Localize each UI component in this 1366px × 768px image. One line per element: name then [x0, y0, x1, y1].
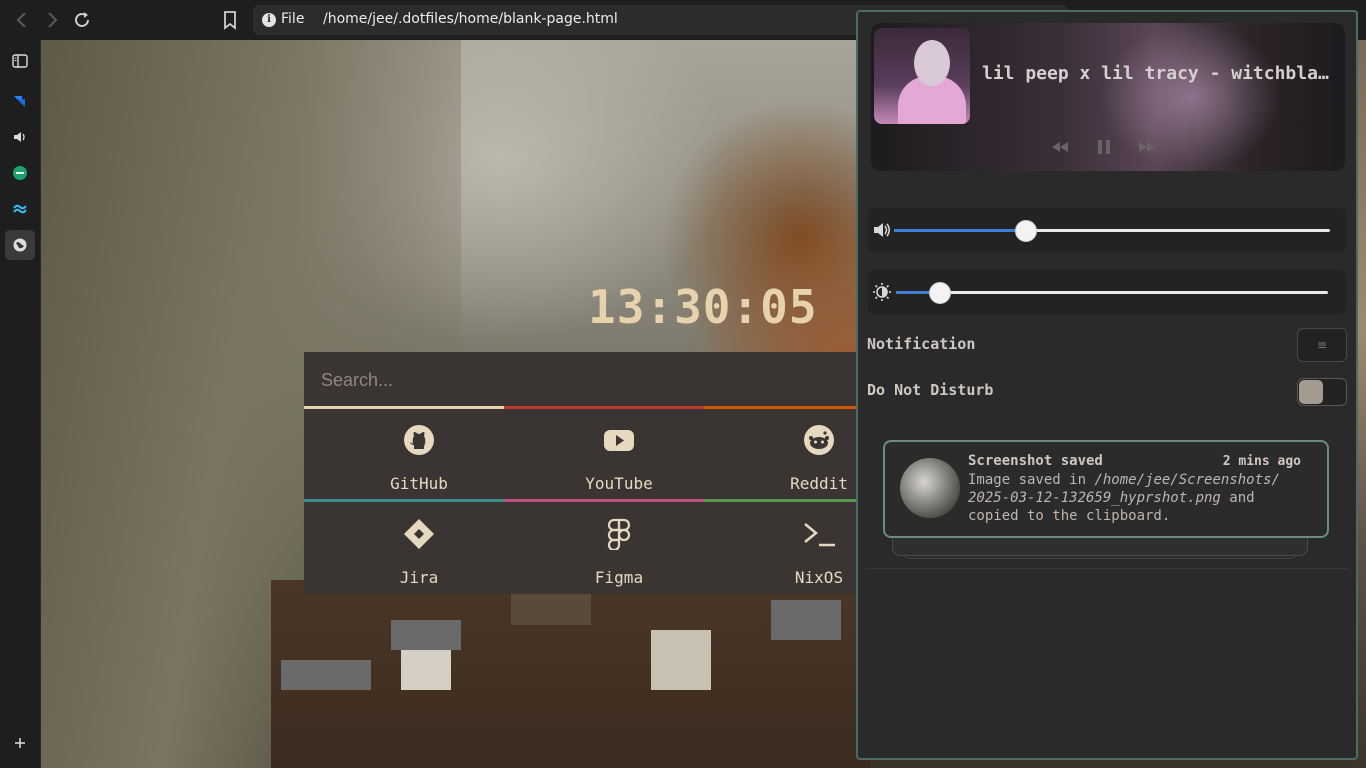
album-cover [874, 28, 970, 124]
reload-icon[interactable] [70, 8, 94, 32]
brightness-icon[interactable] [872, 282, 892, 302]
tailwind-icon [13, 204, 27, 214]
url-scheme: File [281, 11, 305, 27]
sidebar-panel-icon [12, 54, 28, 68]
speaker-icon [14, 132, 25, 142]
clock: 13:30:05 [588, 280, 818, 334]
notification-card[interactable]: Screenshot saved 2 mins ago Image saved … [883, 440, 1329, 538]
dnd-label: Do Not Disturb [867, 381, 994, 399]
link-nixos[interactable]: NixOS [719, 508, 856, 594]
startpage-card: GitHub YouTube Reddit Jira Figma NixOS [304, 352, 856, 594]
volume-knob[interactable] [1015, 220, 1037, 242]
search-input[interactable] [319, 368, 843, 392]
notification-label: Notification [867, 335, 976, 353]
accent-line-4 [304, 499, 504, 502]
panel-divider [866, 568, 1348, 569]
cover-figure-head [914, 40, 950, 86]
link-youtube-label: YouTube [585, 474, 653, 493]
dnd-toggle-thumb [1299, 380, 1323, 404]
pause-icon[interactable] [1092, 135, 1116, 159]
url-text[interactable]: /home/jee/.dotfiles/home/blank-page.html [323, 11, 618, 27]
link-figma[interactable]: Figma [519, 508, 719, 594]
youtube-icon [604, 430, 634, 451]
forward-icon[interactable] [40, 8, 64, 32]
control-center-panel: lil peep x lil tracy - witchblades Notif… [856, 10, 1358, 760]
brightness-knob[interactable] [929, 282, 951, 304]
link-jira-label: Jira [399, 568, 439, 587]
rewind-icon[interactable] [1048, 135, 1072, 159]
track-title: lil peep x lil tracy - witchblades [982, 63, 1338, 84]
accent-line-2 [504, 406, 704, 409]
accent-line-3 [704, 406, 856, 409]
notification-time: 2 mins ago [1222, 454, 1301, 469]
figma-icon [607, 518, 631, 550]
add-tab-button[interactable] [5, 728, 35, 758]
notification-menu-button[interactable]: ≡ [1297, 328, 1347, 362]
link-github-label: GitHub [390, 474, 448, 493]
link-reddit-label: Reddit [790, 474, 848, 493]
notification-thumbnail [900, 458, 960, 518]
reddit-icon [804, 425, 834, 455]
brightness-slider-row [868, 270, 1346, 314]
link-github[interactable]: GitHub [319, 414, 519, 502]
dnd-toggle[interactable] [1297, 378, 1347, 406]
browser-sidebar [0, 40, 41, 768]
notification-body: Image saved in /home/jee/Screenshots/ 20… [968, 471, 1313, 525]
notification-title: Screenshot saved [968, 453, 1103, 469]
link-nixos-label: NixOS [794, 568, 844, 587]
sidebar-item-green-app[interactable] [5, 158, 35, 188]
volume-icon[interactable] [872, 220, 892, 240]
link-figma-label: Figma [594, 568, 644, 587]
sidebar-item-audio[interactable] [5, 122, 35, 152]
green-circle-icon [13, 166, 27, 180]
village-houses [271, 580, 871, 768]
notification-body-prefix: Image saved in [968, 472, 1095, 488]
jira-icon [14, 96, 25, 107]
accent-line-5 [504, 499, 704, 502]
fast-forward-icon[interactable] [1135, 135, 1159, 159]
terminal-icon [804, 523, 835, 547]
link-reddit[interactable]: Reddit [719, 414, 856, 502]
media-backdrop [1101, 23, 1281, 171]
github-icon [404, 425, 434, 455]
plus-icon [15, 738, 25, 748]
sidebar-item-tailwind[interactable] [5, 194, 35, 224]
bookmark-icon[interactable] [218, 8, 242, 32]
link-youtube[interactable]: YouTube [519, 414, 719, 502]
sidebar-item-jira[interactable] [5, 86, 35, 116]
sidebar-item-globe[interactable] [5, 230, 35, 260]
globe-icon [13, 238, 27, 252]
volume-fill [894, 229, 1025, 232]
info-icon[interactable]: i [262, 13, 276, 27]
back-icon[interactable] [10, 8, 34, 32]
search-box[interactable] [304, 352, 856, 406]
brightness-track[interactable] [896, 291, 1328, 294]
link-jira[interactable]: Jira [319, 508, 519, 594]
notification-stack-shadow-1 [892, 537, 1308, 556]
sidebar-toggle-button[interactable] [5, 46, 35, 76]
jira-diamond-icon [404, 519, 434, 549]
media-player: lil peep x lil tracy - witchblades [871, 23, 1345, 171]
volume-slider-row [868, 208, 1346, 252]
accent-line-6 [704, 499, 856, 502]
accent-line-1 [304, 406, 504, 409]
